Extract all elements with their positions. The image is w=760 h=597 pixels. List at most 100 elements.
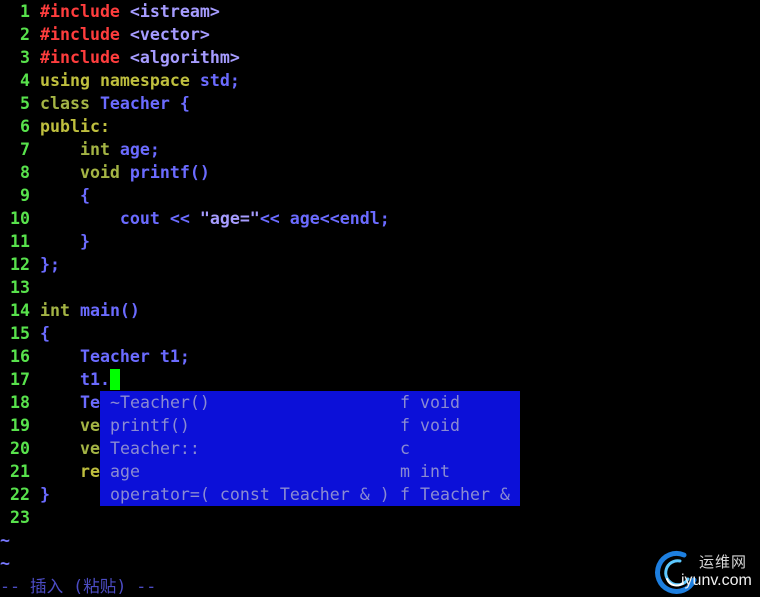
identifier-text: }; — [40, 255, 60, 274]
completion-item[interactable]: Teacher:: c — [100, 437, 520, 460]
completion-kind: f — [400, 393, 410, 412]
line-code: int age; — [40, 138, 160, 161]
line-number: 17 — [10, 370, 30, 389]
line-code: int main() — [40, 299, 140, 322]
identifier-text: main() — [69, 301, 140, 320]
identifier-text: std; — [189, 71, 240, 90]
type-keyword: class — [40, 94, 90, 113]
line-code: { — [40, 184, 90, 207]
completion-item[interactable]: printf() f void — [100, 414, 520, 437]
line-number: 13 — [10, 278, 30, 297]
code-line: 2 #include <vector> — [0, 23, 760, 46]
line-code: t1. — [40, 368, 120, 391]
completion-kind: f — [400, 485, 410, 504]
identifier-text: t1. — [40, 370, 110, 389]
statement-keyword: namespace — [89, 71, 190, 90]
line-code: #include <vector> — [40, 23, 210, 46]
code-line: 6 public: — [0, 115, 760, 138]
code-line: 14 int main() — [0, 299, 760, 322]
line-number: 21 — [10, 462, 30, 481]
line-code: cout << "age=" << age<<endl; — [40, 207, 390, 230]
code-line-current: 17 t1. — [0, 368, 760, 391]
line-number: 3 — [20, 48, 30, 67]
type-keyword: int — [40, 301, 70, 320]
line-number: 9 — [20, 186, 30, 205]
code-line: 11 } — [0, 230, 760, 253]
line-number: 18 — [10, 393, 30, 412]
identifier-text: age; — [109, 140, 160, 159]
identifier-text: Te — [40, 393, 100, 412]
line-number: 5 — [20, 94, 30, 113]
line-code: } — [40, 483, 50, 506]
line-code: #include <istream> — [40, 0, 220, 23]
identifier-text: { — [40, 324, 50, 343]
include-header: <vector> — [119, 25, 210, 44]
type-keyword: int — [40, 140, 110, 159]
code-line: 5 class Teacher { — [0, 92, 760, 115]
line-code: ve — [40, 414, 100, 437]
line-number: 15 — [10, 324, 30, 343]
identifier-text: } — [40, 232, 90, 251]
line-code: public: — [40, 115, 110, 138]
line-code: { — [40, 322, 50, 345]
line-code: } — [40, 230, 90, 253]
line-number: 11 — [10, 232, 30, 251]
line-code: Teacher t1; — [40, 345, 190, 368]
watermark-domain: iyunv.com — [681, 572, 752, 589]
line-number: 4 — [20, 71, 30, 90]
line-number: 2 — [20, 25, 30, 44]
line-code: ve — [40, 437, 100, 460]
line-number: 23 — [10, 508, 30, 527]
completion-word: age — [110, 462, 140, 481]
identifier-text: << age<<endl; — [259, 209, 390, 228]
line-code: void printf() — [40, 161, 210, 184]
line-code: Te — [40, 391, 100, 414]
identifier-text: Teacher { — [89, 94, 190, 113]
code-line: 3 #include <algorithm> — [0, 46, 760, 69]
completion-kind: f — [400, 416, 410, 435]
code-line: 15 { — [0, 322, 760, 345]
string-literal: "age=" — [199, 209, 260, 228]
completion-popup: ~Teacher() f void printf() f void Teache… — [100, 391, 520, 506]
completion-kind: m — [400, 462, 410, 481]
preprocessor-keyword: #include — [40, 25, 120, 44]
access-specifier: public: — [40, 117, 110, 136]
line-number: 16 — [10, 347, 30, 366]
completion-type: void — [420, 393, 460, 412]
completion-word: printf() — [110, 416, 190, 435]
text-cursor — [109, 369, 120, 390]
identifier-text: } — [40, 485, 50, 504]
type-keyword: ve — [40, 416, 100, 435]
mode-message: -- 插入 (粘贴) -- — [0, 577, 157, 596]
type-keyword: void — [40, 163, 120, 182]
line-number: 8 — [20, 163, 30, 182]
code-line: 7 int age; — [0, 138, 760, 161]
identifier-text: cout << — [40, 209, 200, 228]
identifier-text: { — [40, 186, 90, 205]
watermark-site-name: 运维网 — [699, 553, 748, 571]
code-line: 10 cout << "age=" << age<<endl; — [0, 207, 760, 230]
completion-item[interactable]: ~Teacher() f void — [100, 391, 520, 414]
code-line: 23 — [0, 506, 760, 529]
type-keyword: ve — [40, 439, 100, 458]
line-number: 6 — [20, 117, 30, 136]
code-line: 1 #include <istream> — [0, 0, 760, 23]
line-code: #include <algorithm> — [40, 46, 240, 69]
code-line: 8 void printf() — [0, 161, 760, 184]
statement-keyword: re — [40, 462, 100, 481]
code-line: 16 Teacher t1; — [0, 345, 760, 368]
line-number: 14 — [10, 301, 30, 320]
line-number: 12 — [10, 255, 30, 274]
identifier-text: Teacher t1; — [40, 347, 190, 366]
completion-item[interactable]: age m int — [100, 460, 520, 483]
line-code: re — [40, 460, 100, 483]
line-number: 7 — [20, 140, 30, 159]
code-line: 13 — [0, 276, 760, 299]
empty-line-marker: ~ — [0, 531, 10, 550]
code-line: 4 using namespace std; — [0, 69, 760, 92]
preprocessor-keyword: #include — [40, 48, 120, 67]
completion-type: void — [420, 416, 460, 435]
completion-item[interactable]: operator=( const Teacher & ) f Teacher & — [100, 483, 520, 506]
line-code: class Teacher { — [40, 92, 190, 115]
vim-editor[interactable]: 1 #include <istream> 2 #include <vector>… — [0, 0, 760, 597]
